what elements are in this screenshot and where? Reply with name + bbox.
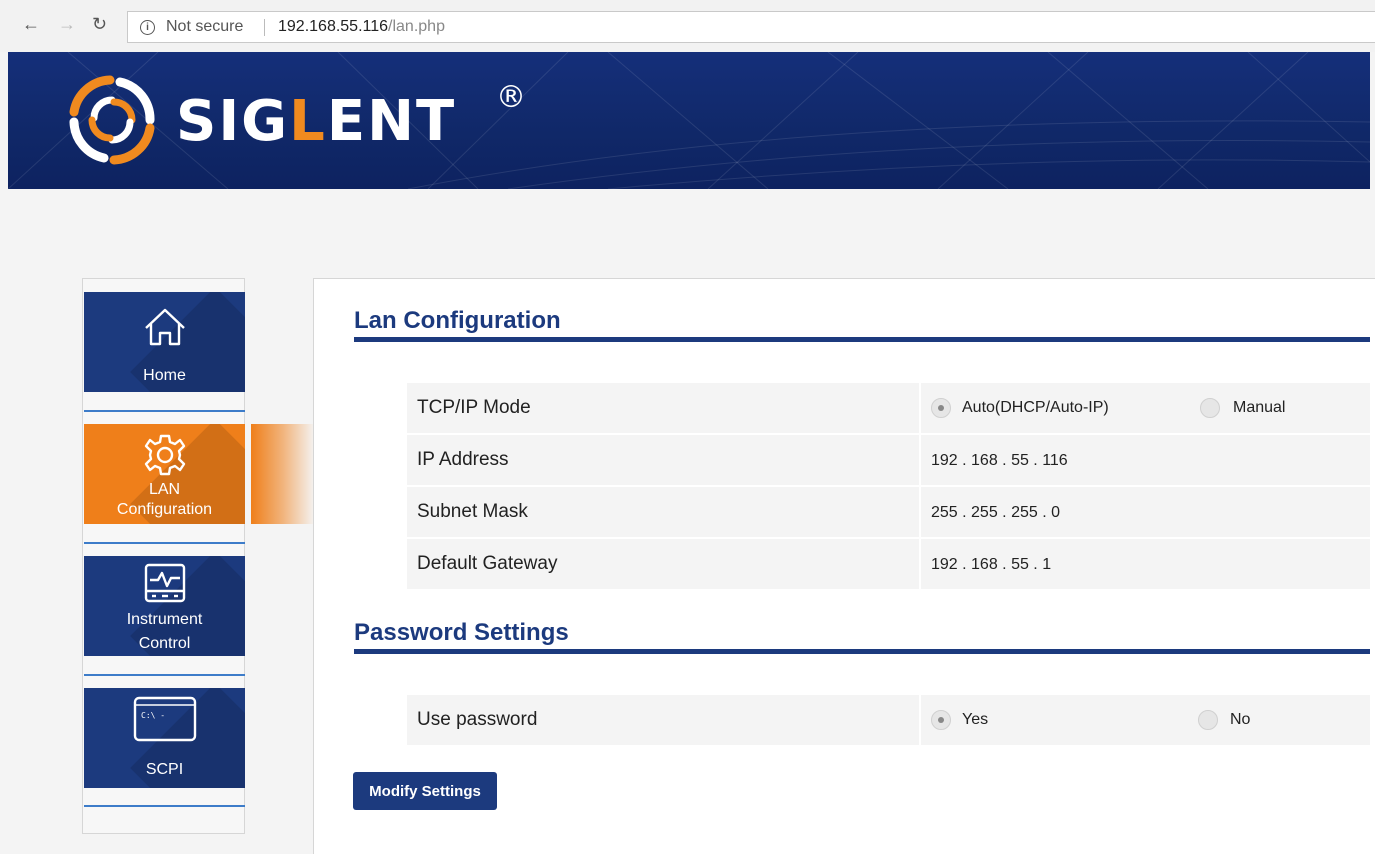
subnet-mask-row: Subnet Mask 255 . 255 . 255 . 0	[407, 487, 1370, 539]
password-yes-radio[interactable]	[931, 710, 951, 730]
sidebar-divider	[84, 542, 245, 544]
siglent-logo-icon	[69, 75, 155, 165]
header-banner: SIGLENT ®	[8, 52, 1370, 189]
column-divider	[919, 539, 921, 589]
subnet-mask-label: Subnet Mask	[417, 501, 528, 522]
active-item-indicator	[251, 424, 315, 524]
use-password-label: Use password	[417, 709, 538, 730]
sidebar-item-label: Instrument	[126, 611, 203, 628]
sidebar-item-label: SCPI	[145, 761, 184, 778]
terminal-prompt-text: C:\ -	[141, 711, 165, 720]
security-status[interactable]: Not secure	[166, 12, 243, 42]
browser-toolbar: ← → ↻ i Not secure 192.168.55.116/lan.ph…	[0, 0, 1375, 52]
default-gateway-value: 192 . 168 . 55 . 1	[931, 556, 1052, 573]
tcpip-mode-label: TCP/IP Mode	[417, 397, 531, 418]
sidebar-divider	[84, 674, 245, 676]
url-text[interactable]: 192.168.55.116/lan.php	[278, 12, 445, 42]
logo-text-accent: L	[289, 89, 327, 154]
address-divider	[264, 19, 265, 36]
ip-address-value: 192 . 168 . 55 . 116	[931, 452, 1068, 469]
info-icon[interactable]: i	[140, 20, 155, 35]
column-divider	[919, 695, 921, 745]
password-no-radio[interactable]	[1198, 710, 1218, 730]
url-host: 192.168.55.116	[278, 18, 389, 35]
lan-configuration-title: Lan Configuration	[354, 307, 561, 334]
monitor-icon	[144, 563, 185, 603]
siglent-logo-text: SIGLENT	[176, 92, 456, 152]
back-arrow-icon[interactable]: ←	[22, 14, 40, 34]
section-underline	[354, 337, 1370, 342]
password-yes-label[interactable]: Yes	[962, 695, 988, 745]
sidebar-item-lan-configuration[interactable]: LAN Configuration	[84, 424, 245, 524]
ip-address-label: IP Address	[417, 449, 509, 470]
logo-text-post: ENT	[326, 89, 457, 154]
column-divider	[919, 435, 921, 485]
gear-icon	[144, 434, 185, 476]
section-underline	[354, 649, 1370, 654]
password-settings-title: Password Settings	[354, 619, 569, 646]
ip-address-row: IP Address 192 . 168 . 55 . 116	[407, 435, 1370, 487]
default-gateway-label: Default Gateway	[417, 553, 558, 574]
registered-mark: ®	[496, 80, 526, 115]
default-gateway-row: Default Gateway 192 . 168 . 55 . 1	[407, 539, 1370, 591]
address-bar[interactable]: i Not secure 192.168.55.116/lan.php	[127, 11, 1375, 43]
sidebar-item-label-line2: Configuration	[116, 501, 213, 518]
terminal-icon: C:\ -	[133, 696, 196, 742]
sidebar-item-label: Home	[143, 367, 186, 384]
subnet-mask-value: 255 . 255 . 255 . 0	[931, 504, 1060, 521]
sidebar-nav: Home LAN Configuration Instrument Contro…	[82, 278, 245, 834]
url-path: /lan.php	[388, 18, 445, 35]
auto-dhcp-radio[interactable]	[931, 398, 951, 418]
modify-settings-button[interactable]: Modify Settings	[353, 772, 497, 810]
sidebar-item-scpi[interactable]: C:\ - SCPI	[84, 688, 245, 788]
password-no-label[interactable]: No	[1230, 695, 1250, 745]
sidebar-divider	[84, 805, 245, 807]
auto-dhcp-label[interactable]: Auto(DHCP/Auto-IP)	[962, 383, 1109, 433]
reload-icon[interactable]: ↻	[92, 14, 107, 34]
sidebar-divider	[84, 410, 245, 412]
column-divider	[919, 487, 921, 537]
use-password-row: Use password Yes No	[407, 695, 1370, 747]
manual-radio[interactable]	[1200, 398, 1220, 418]
tcpip-mode-row: TCP/IP Mode Auto(DHCP/Auto-IP) Manual	[407, 383, 1370, 435]
sidebar-item-label-line2: Control	[138, 635, 191, 652]
forward-arrow-icon[interactable]: →	[58, 14, 76, 34]
manual-label[interactable]: Manual	[1233, 383, 1285, 433]
sidebar-item-instrument-control[interactable]: Instrument Control	[84, 556, 245, 656]
column-divider	[919, 383, 921, 433]
sidebar-item-home[interactable]: Home	[84, 292, 245, 392]
home-icon	[144, 308, 185, 346]
logo-text-pre: SIG	[176, 89, 290, 154]
